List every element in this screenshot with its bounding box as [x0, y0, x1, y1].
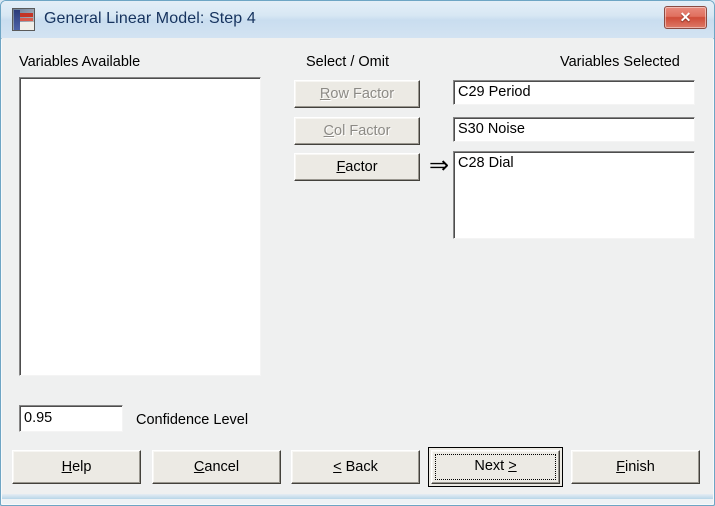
back-button-label-rest: Back: [341, 459, 378, 475]
cancel-button[interactable]: Cancel: [152, 450, 281, 484]
confidence-level-label: Confidence Level: [136, 412, 249, 428]
col-factor-button: Col Factor: [294, 117, 420, 145]
title-bar[interactable]: General Linear Model: Step 4 ✕: [1, 1, 714, 39]
col-factor-button-label-rest: ol Factor: [334, 123, 391, 139]
row-factor-button: Row Factor: [294, 80, 420, 108]
finish-button-label-rest: inish: [625, 459, 655, 475]
help-button-label-rest: elp: [72, 459, 92, 475]
close-button[interactable]: ✕: [664, 6, 707, 29]
back-button[interactable]: < Back: [291, 450, 420, 484]
finish-button[interactable]: Finish: [571, 450, 700, 484]
select-omit-label: Select / Omit: [306, 54, 389, 70]
next-button[interactable]: Next >: [431, 450, 560, 484]
window-title: General Linear Model: Step 4: [44, 10, 256, 27]
row-factor-button-label-rest: ow Factor: [330, 86, 395, 102]
col-factor-field[interactable]: S30 Noise: [453, 117, 695, 142]
factor-field[interactable]: C28 Dial: [453, 151, 695, 239]
help-button[interactable]: Help: [12, 450, 141, 484]
next-button-label-rest: Next: [474, 458, 509, 474]
row-factor-field[interactable]: C29 Period: [453, 80, 695, 105]
variables-available-listbox[interactable]: [19, 77, 261, 376]
window-bottom-edge: [2, 494, 713, 499]
variables-available-label: Variables Available: [19, 54, 141, 70]
factor-button-label-rest: actor: [345, 159, 378, 175]
right-arrow-icon: ⇒: [428, 152, 450, 179]
confidence-level-input[interactable]: 0.95: [19, 405, 123, 432]
next-button-default-frame: Next >: [428, 447, 563, 487]
dialog-window: General Linear Model: Step 4 ✕ Variables…: [0, 0, 715, 506]
factor-button[interactable]: Factor: [294, 153, 420, 181]
minitab-app-icon: [12, 8, 35, 31]
variables-selected-label: Variables Selected: [560, 54, 680, 70]
close-icon: ✕: [679, 9, 692, 25]
cancel-button-label-rest: ancel: [204, 459, 240, 475]
